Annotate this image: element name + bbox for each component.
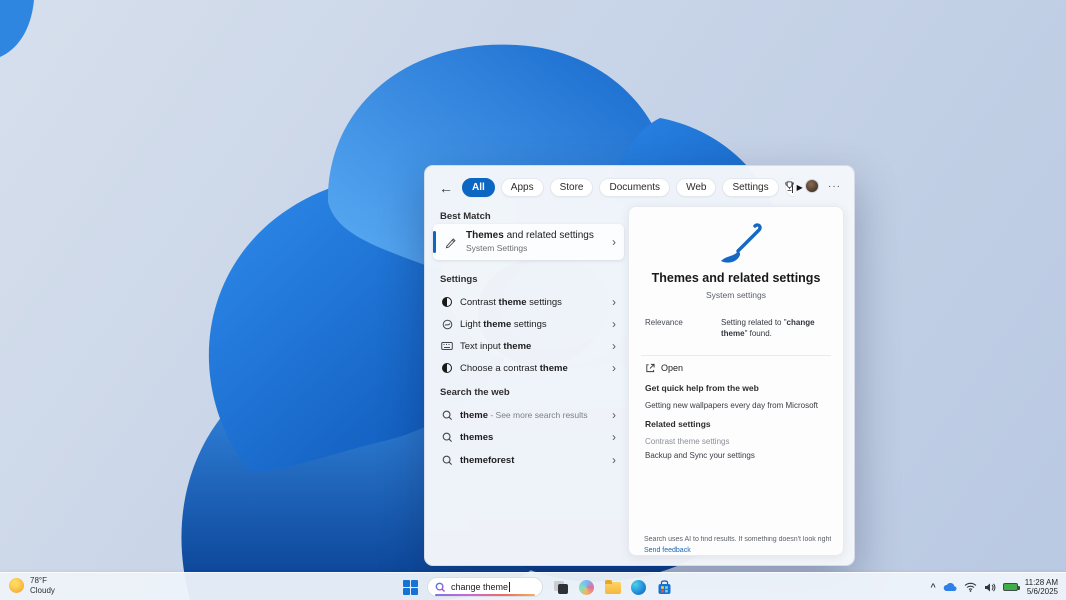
result-choose-contrast-theme[interactable]: Choose a contrast theme › (433, 358, 624, 378)
detail-title: Themes and related settings (629, 271, 843, 285)
folder-icon (605, 582, 621, 594)
contrast-icon (440, 363, 454, 373)
chevron-right-icon: › (612, 430, 616, 444)
send-feedback-link[interactable]: Send feedback (644, 547, 691, 554)
tray-expand-icon[interactable]: ^ (931, 582, 936, 592)
onedrive-cloud-icon[interactable] (943, 582, 957, 592)
rewards-trophy-icon[interactable] (783, 180, 796, 193)
result-text-input-theme[interactable]: Text input theme › (433, 336, 624, 356)
related-settings-header: Related settings (645, 419, 711, 429)
chevron-right-icon: › (612, 361, 616, 375)
detail-subtitle: System settings (629, 290, 843, 300)
battery-icon[interactable] (1003, 583, 1018, 591)
contrast-icon (440, 297, 454, 307)
search-input-text[interactable]: change theme (451, 582, 508, 592)
result-light-theme-settings[interactable]: Light theme settings › (433, 314, 624, 334)
wifi-icon[interactable] (964, 582, 977, 592)
paintbrush-icon (711, 221, 763, 267)
search-icon (435, 582, 446, 593)
help-link[interactable]: Getting new wallpapers every day from Mi… (645, 401, 818, 410)
result-detail-card: Themes and related settings System setti… (628, 206, 844, 556)
tab-apps[interactable]: Apps (501, 178, 544, 197)
tab-all[interactable]: All (462, 178, 495, 197)
chevron-right-icon: › (612, 235, 616, 249)
text-cursor (509, 582, 510, 592)
search-filter-tabs: ← All Apps Store Documents Web Settings … (439, 177, 842, 198)
settings-section-header: Settings (440, 274, 477, 285)
more-options-icon[interactable]: ··· (828, 181, 841, 192)
panel-header-icons: ··· (783, 179, 841, 193)
keyboard-icon (440, 341, 454, 351)
weather-condition: Cloudy (30, 586, 55, 596)
result-contrast-theme-settings[interactable]: Contrast theme settings › (433, 292, 624, 312)
search-flyout-panel: ← All Apps Store Documents Web Settings … (424, 165, 855, 566)
task-view-button[interactable] (552, 579, 569, 596)
weather-temp: 78°F (30, 576, 55, 586)
taskbar-search-box[interactable]: change theme (427, 577, 543, 597)
tray-clock[interactable]: 11:28 AM 5/6/2025 (1025, 578, 1058, 597)
light-theme-icon (440, 319, 454, 330)
taskbar: 78°F Cloudy change theme (0, 572, 1066, 600)
chevron-right-icon: › (612, 295, 616, 309)
best-match-result[interactable]: Themes and related settings System Setti… (433, 224, 624, 260)
related-link-contrast[interactable]: Contrast theme settings (645, 437, 729, 446)
relevance-label: Relevance (645, 318, 683, 327)
tray-date: 5/6/2025 (1025, 587, 1058, 597)
tray-time: 11:28 AM (1025, 578, 1058, 588)
user-avatar[interactable] (805, 179, 819, 193)
microsoft-store-button[interactable] (656, 579, 673, 596)
taskbar-center: change theme (403, 573, 673, 600)
best-match-subtitle: System Settings (466, 242, 594, 254)
chevron-right-icon: › (612, 317, 616, 331)
sun-icon (9, 578, 24, 593)
open-external-icon (645, 363, 655, 373)
help-section-header: Get quick help from the web (645, 383, 759, 393)
pencil-icon (444, 236, 457, 249)
system-tray: ^ 11:28 AM 5/6/2025 (931, 573, 1058, 600)
chevron-right-icon: › (612, 453, 616, 467)
ai-disclaimer-text: Search uses AI to find results. If somet… (644, 536, 831, 543)
store-icon (657, 580, 672, 595)
web-section-header: Search the web (440, 387, 510, 398)
copilot-icon (579, 580, 594, 595)
chevron-right-icon: › (612, 339, 616, 353)
search-icon (440, 432, 454, 443)
edge-icon (631, 580, 646, 595)
open-action[interactable]: Open (645, 363, 683, 373)
search-icon (440, 410, 454, 421)
best-match-title: Themes and related settings (466, 230, 594, 242)
best-match-header: Best Match (440, 211, 491, 222)
tab-settings[interactable]: Settings (722, 178, 778, 197)
web-result-themeforest[interactable]: themeforest › (433, 450, 624, 470)
copilot-button[interactable] (578, 579, 595, 596)
relevance-value: Setting related to "change theme" found. (721, 317, 835, 339)
chevron-right-icon: › (612, 408, 616, 422)
start-button[interactable] (403, 580, 418, 595)
search-icon (440, 455, 454, 466)
file-explorer-button[interactable] (604, 579, 621, 596)
tab-web[interactable]: Web (676, 178, 716, 197)
tab-documents[interactable]: Documents (599, 178, 670, 197)
tab-store[interactable]: Store (550, 178, 594, 197)
edge-browser-button[interactable] (630, 579, 647, 596)
volume-icon[interactable] (984, 582, 996, 593)
related-link-backup[interactable]: Backup and Sync your settings (645, 451, 755, 460)
back-arrow-icon[interactable]: ← (439, 180, 453, 196)
web-result-themes[interactable]: themes › (433, 427, 624, 447)
card-divider (641, 355, 831, 356)
weather-widget[interactable]: 78°F Cloudy (9, 576, 55, 595)
web-result-theme[interactable]: theme - See more search results › (433, 405, 624, 425)
